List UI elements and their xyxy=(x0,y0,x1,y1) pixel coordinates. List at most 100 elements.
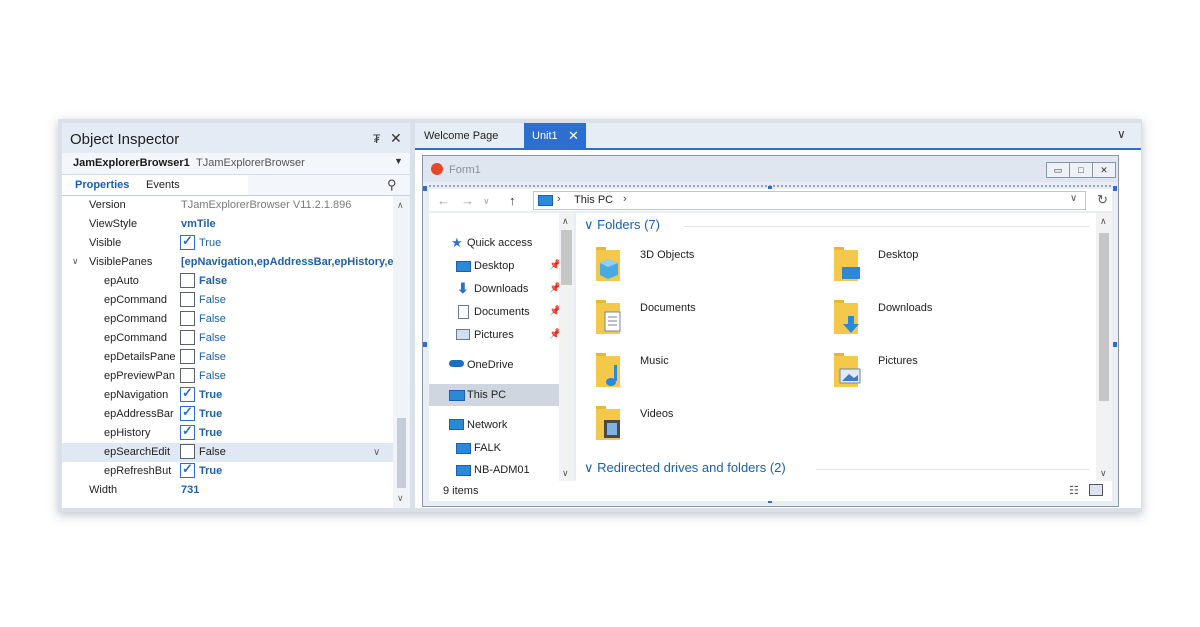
selection-handle[interactable] xyxy=(1113,342,1117,347)
folder-tile[interactable]: Documents xyxy=(596,294,816,342)
collapse-chevron-icon[interactable]: ∨ xyxy=(72,256,79,267)
address-dropdown-icon[interactable]: ∨ xyxy=(1070,193,1077,204)
nav-item-documents[interactable]: Documents 📌 xyxy=(429,301,561,323)
nav-item-onedrive[interactable]: OneDrive xyxy=(429,354,559,376)
property-row[interactable]: epCommand False xyxy=(62,310,393,329)
folder-tile[interactable]: 3D Objects xyxy=(596,241,816,289)
checkbox[interactable] xyxy=(180,404,195,421)
close-icon[interactable]: ✕ xyxy=(390,130,402,147)
tab-events[interactable]: Events xyxy=(146,179,180,191)
minimize-button[interactable]: ▭ xyxy=(1046,162,1070,178)
chevron-down-icon[interactable]: ∨ xyxy=(373,447,380,458)
nav-item-desktop[interactable]: Desktop 📌 xyxy=(429,255,561,277)
selection-handle[interactable] xyxy=(423,342,427,347)
scrollbar-thumb[interactable] xyxy=(1099,233,1109,401)
inspector-scrollbar[interactable]: ∧ ∨ xyxy=(393,196,410,508)
property-row[interactable]: epPreviewPan False xyxy=(62,367,393,386)
nav-item-nb-adm01[interactable]: NB-ADM01 xyxy=(429,459,559,481)
checkbox[interactable] xyxy=(180,330,195,345)
property-row[interactable]: ViewStyle vmTile xyxy=(62,215,393,234)
property-value[interactable]: [epNavigation,epAddressBar,epHistory,e xyxy=(181,256,393,268)
chevron-down-icon[interactable]: ∨ xyxy=(1117,127,1126,141)
scroll-down-icon[interactable]: ∨ xyxy=(397,493,404,504)
property-row[interactable]: epDetailsPane False xyxy=(62,348,393,367)
property-row[interactable]: epAuto False xyxy=(62,272,393,291)
scrollbar-thumb[interactable] xyxy=(561,230,572,285)
tab-properties[interactable]: Properties xyxy=(75,179,129,191)
up-icon[interactable]: ↑ xyxy=(509,193,516,208)
property-row[interactable]: epAddressBar True xyxy=(62,404,393,424)
selection-handle[interactable] xyxy=(1113,186,1117,191)
scroll-down-icon[interactable]: ∨ xyxy=(1100,468,1107,479)
scroll-up-icon[interactable]: ∧ xyxy=(397,200,404,211)
nav-item-pictures[interactable]: Pictures 📌 xyxy=(429,324,561,346)
property-value: TJamExplorerBrowser V11.2.1.896 xyxy=(181,199,352,211)
nav-item-quick-access[interactable]: ★ Quick access xyxy=(429,232,559,254)
nav-item-falk[interactable]: FALK xyxy=(429,437,559,459)
scroll-up-icon[interactable]: ∧ xyxy=(562,216,569,227)
checkbox[interactable] xyxy=(180,311,195,326)
checkbox[interactable] xyxy=(180,368,195,383)
pin-icon[interactable]: ₮ xyxy=(373,132,380,146)
property-row[interactable]: ∨ VisiblePanes [epNavigation,epAddressBa… xyxy=(62,253,393,272)
nav-scrollbar[interactable]: ∧ ∨ xyxy=(559,213,574,481)
close-button[interactable]: ✕ xyxy=(1092,162,1116,178)
checkbox[interactable] xyxy=(180,292,195,307)
folder-tile[interactable]: Desktop xyxy=(834,241,1054,289)
document-icon xyxy=(458,305,469,319)
chevron-down-icon[interactable]: ∨ xyxy=(584,217,597,232)
breadcrumb-separator[interactable]: › xyxy=(557,193,561,205)
tab-unit1[interactable]: Unit1 ✕ xyxy=(524,123,586,148)
property-row[interactable]: epCommand False xyxy=(62,329,393,348)
maximize-button[interactable]: □ xyxy=(1069,162,1093,178)
forward-icon[interactable]: → xyxy=(461,193,474,208)
selection-handle[interactable] xyxy=(423,186,427,191)
breadcrumb-this-pc[interactable]: This PC xyxy=(574,194,613,206)
property-row-selected[interactable]: epSearchEdit False ∨ xyxy=(62,443,393,462)
folder-tile[interactable]: Downloads xyxy=(834,294,1054,342)
dropdown-arrow-icon[interactable]: ▼ xyxy=(394,156,403,166)
address-bar[interactable]: › This PC › ∨ xyxy=(533,191,1086,210)
property-name: epDetailsPane xyxy=(104,351,176,363)
property-value[interactable]: vmTile xyxy=(181,218,393,230)
checkbox[interactable] xyxy=(180,385,195,402)
checkbox[interactable] xyxy=(180,423,195,440)
refresh-icon[interactable]: ↻ xyxy=(1097,192,1108,208)
scrollbar-thumb[interactable] xyxy=(397,418,406,488)
nav-item-network[interactable]: Network xyxy=(429,414,559,436)
checkbox[interactable] xyxy=(180,273,195,288)
folder-tile[interactable]: Videos xyxy=(596,400,816,448)
checkbox[interactable] xyxy=(180,349,195,364)
breadcrumb-separator[interactable]: › xyxy=(623,193,627,205)
folder-tile[interactable]: Music xyxy=(596,347,816,395)
scroll-down-icon[interactable]: ∨ xyxy=(562,468,569,479)
chevron-down-icon[interactable]: ∨ xyxy=(584,460,597,475)
group-header-redirected[interactable]: ∨ Redirected drives and folders (2) xyxy=(584,460,1089,476)
property-row[interactable]: epHistory True xyxy=(62,423,393,443)
property-row[interactable]: Version TJamExplorerBrowser V11.2.1.896 xyxy=(62,196,393,215)
details-view-icon[interactable]: ☷ xyxy=(1069,484,1079,497)
back-icon[interactable]: ← xyxy=(437,193,450,208)
checkbox[interactable] xyxy=(180,444,195,459)
group-header-folders[interactable]: ∨ Folders (7) xyxy=(584,217,1089,233)
folder-tile[interactable]: Pictures xyxy=(834,347,1054,395)
property-row[interactable]: Width 731 xyxy=(62,481,393,500)
scroll-up-icon[interactable]: ∧ xyxy=(1100,216,1107,227)
property-value[interactable]: 731 xyxy=(181,484,393,496)
property-row[interactable]: epNavigation True xyxy=(62,385,393,405)
history-dropdown-icon[interactable]: ∨ xyxy=(483,196,490,207)
form-designer[interactable]: Form1 ▭ □ ✕ ← → ∨ ↑ › This PC › ∨ ↻ ★ Qu… xyxy=(422,155,1119,507)
property-row[interactable]: epCommand False xyxy=(62,291,393,310)
search-icon[interactable]: ⚲ xyxy=(387,177,397,193)
checkbox[interactable] xyxy=(180,233,195,250)
component-selector[interactable]: JamExplorerBrowser1 TJamExplorerBrowser … xyxy=(62,153,410,175)
tab-welcome-page[interactable]: Welcome Page xyxy=(415,123,515,148)
tiles-view-icon[interactable] xyxy=(1089,484,1103,496)
nav-item-downloads[interactable]: ⬇ Downloads 📌 xyxy=(429,278,561,300)
nav-item-this-pc[interactable]: This PC xyxy=(429,384,559,406)
checkbox[interactable] xyxy=(180,461,195,478)
content-scrollbar[interactable]: ∧ ∨ xyxy=(1096,213,1112,481)
close-icon[interactable]: ✕ xyxy=(568,128,579,144)
property-row[interactable]: epRefreshBut True xyxy=(62,461,393,481)
property-row[interactable]: Visible True xyxy=(62,233,393,253)
